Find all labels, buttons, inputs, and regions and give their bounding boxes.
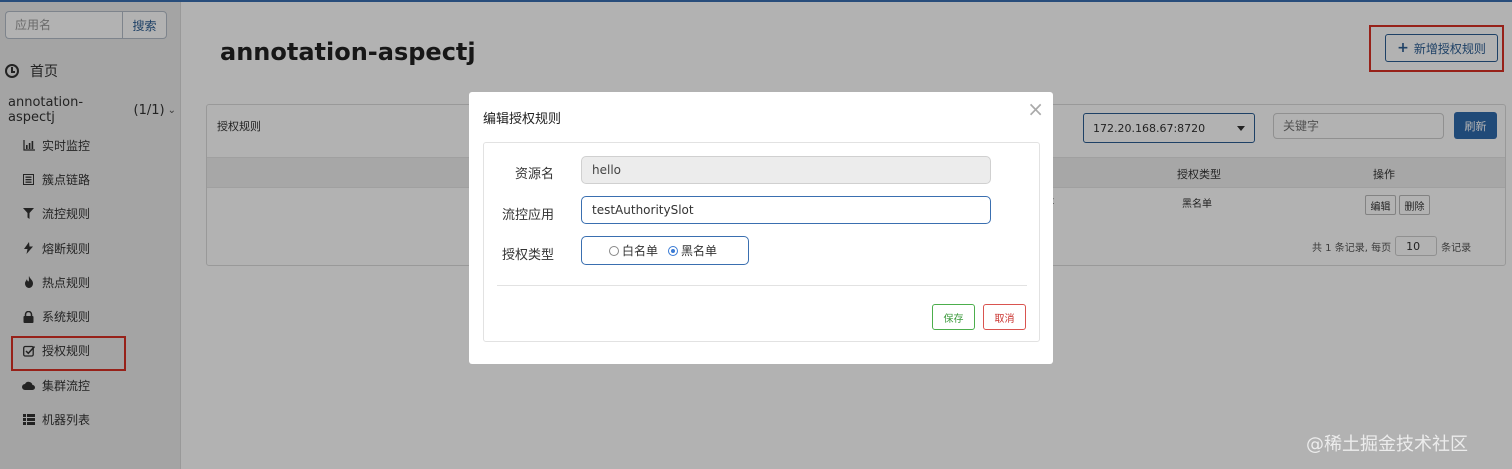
edit-authority-rule-dialog: 编辑授权规则 × 资源名 hello 流控应用 testAuthoritySlo… (469, 92, 1053, 364)
strategy-radio-group: 白名单 黑名单 (581, 236, 749, 265)
cancel-button[interactable]: 取消 (983, 304, 1026, 330)
divider (497, 285, 1027, 286)
blacklist-label[interactable]: 黑名单 (681, 242, 717, 259)
save-button[interactable]: 保存 (932, 304, 975, 330)
limit-app-input[interactable]: testAuthoritySlot (581, 196, 991, 224)
close-icon[interactable]: × (1027, 97, 1044, 121)
resource-name-field: hello (581, 156, 991, 184)
resource-label: 资源名 (514, 167, 554, 182)
whitelist-label[interactable]: 白名单 (622, 242, 658, 259)
limit-app-label: 流控应用 (501, 208, 554, 223)
dialog-title: 编辑授权规则 (483, 112, 562, 127)
strategy-label: 授权类型 (501, 248, 554, 263)
watermark: @稀土掘金技术社区 (1306, 434, 1468, 455)
whitelist-radio[interactable] (609, 245, 619, 256)
rule-form: 资源名 hello 流控应用 testAuthoritySlot 授权类型 白名… (483, 142, 1040, 342)
blacklist-radio[interactable] (668, 245, 679, 256)
